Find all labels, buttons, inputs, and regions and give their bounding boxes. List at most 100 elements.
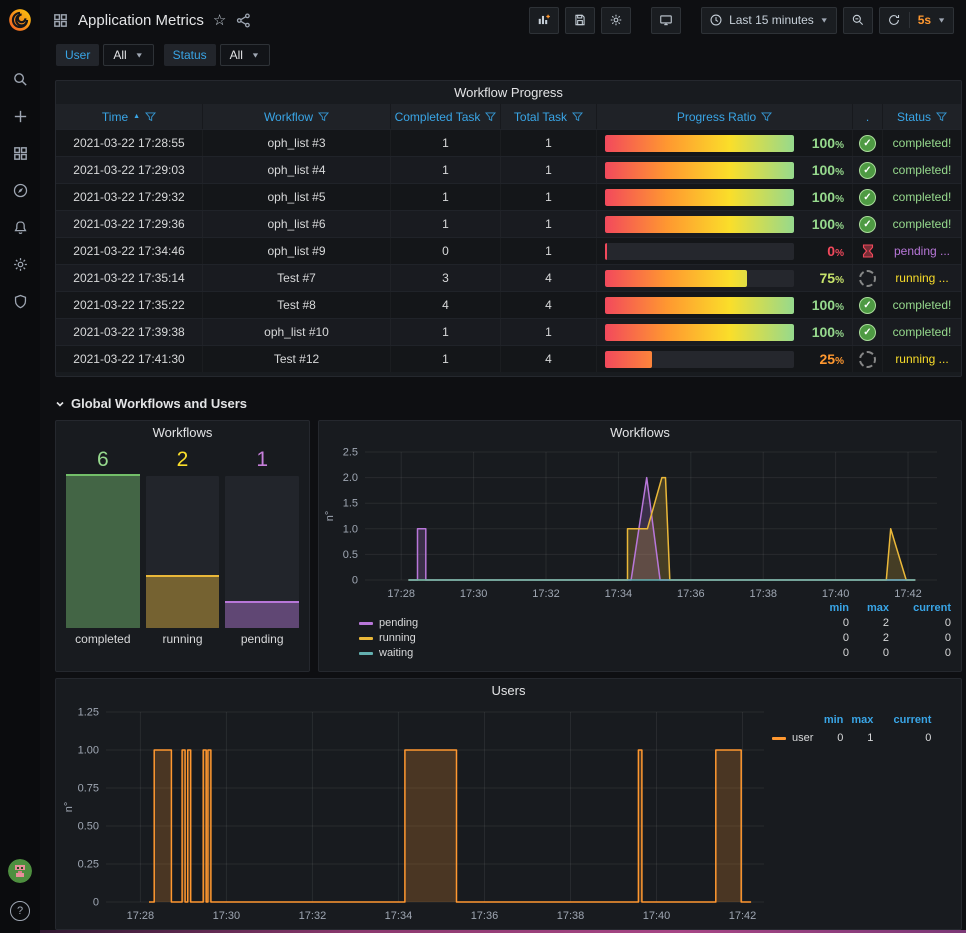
cycle-view-mode-button[interactable] <box>651 7 681 34</box>
share-icon[interactable] <box>235 12 252 29</box>
time-range-label: Last 15 minutes <box>729 13 814 27</box>
dashboard-grid-icon <box>52 12 69 29</box>
cell-status-icon <box>852 265 882 291</box>
panel-title[interactable]: Workflows <box>56 421 309 444</box>
cell-time: 2021-03-22 17:29:03 <box>56 157 202 183</box>
alerting-bell-icon[interactable] <box>11 218 29 236</box>
column-header-status[interactable]: Status <box>882 104 961 129</box>
workflows-legend: minmaxcurrentpending020running020waiting… <box>319 602 961 659</box>
legend-col-max[interactable]: max <box>843 714 873 726</box>
legend-col-min[interactable]: min <box>809 602 849 614</box>
user-avatar[interactable] <box>8 859 32 883</box>
cell-workflow: oph_list #6 <box>202 211 390 237</box>
progress-bar-track <box>605 324 794 341</box>
progress-bar-track <box>605 135 794 152</box>
column-header-completed-task[interactable]: Completed Task <box>390 104 500 129</box>
cell-workflow: Test #12 <box>202 346 390 372</box>
workflows-bargauge-panel: Workflows 6 completed 2 running 1 pendin… <box>55 420 310 672</box>
column-header-time[interactable]: Time▲ <box>56 104 202 129</box>
table-row[interactable]: 2021-03-22 17:41:30 Test #12 1 4 25% run… <box>56 345 961 372</box>
table-row[interactable]: 2021-03-22 17:29:36 oph_list #6 1 1 100%… <box>56 210 961 237</box>
table-row[interactable]: 2021-03-22 17:35:14 Test #7 3 4 75% runn… <box>56 264 961 291</box>
legend-col-current[interactable]: current <box>889 602 951 614</box>
panel-title[interactable]: Workflows <box>319 421 961 444</box>
cell-status-icon: ✓ <box>852 319 882 345</box>
running-spinner-icon <box>859 270 876 287</box>
svg-text:0.25: 0.25 <box>78 859 99 871</box>
table-row[interactable]: 2021-03-22 17:39:38 oph_list #10 1 1 100… <box>56 318 961 345</box>
grafana-logo-icon[interactable] <box>0 0 40 40</box>
create-plus-icon[interactable] <box>11 107 29 125</box>
completed-check-icon: ✓ <box>859 162 876 179</box>
legend-item-waiting[interactable]: waiting <box>359 647 809 659</box>
legend-col-current[interactable]: current <box>873 714 931 726</box>
add-panel-button[interactable] <box>529 7 559 34</box>
svg-text:17:42: 17:42 <box>894 588 922 600</box>
bar-gauge-running: 2 running <box>146 448 220 650</box>
cell-total-task: 4 <box>500 265 596 291</box>
cell-status-icon: ✓ <box>852 292 882 318</box>
cell-progress-ratio: 100% <box>596 211 852 237</box>
panel-title[interactable]: Workflow Progress <box>56 81 961 104</box>
progress-bar-track <box>605 162 794 179</box>
cell-progress-ratio: 100% <box>596 130 852 156</box>
cell-completed-task: 3 <box>390 265 500 291</box>
explore-compass-icon[interactable] <box>11 181 29 199</box>
variable-user-select[interactable]: All▼ <box>103 44 153 66</box>
refresh-interval-picker[interactable]: 5s ▼ <box>879 7 954 34</box>
dashboards-icon[interactable] <box>11 144 29 162</box>
completed-check-icon: ✓ <box>859 189 876 206</box>
cell-progress-ratio: 0% <box>596 238 852 264</box>
column-header-progress-ratio[interactable]: Progress Ratio <box>596 104 852 129</box>
column-header--[interactable]: . <box>852 104 882 129</box>
svg-text:1.25: 1.25 <box>78 707 99 719</box>
panel-title[interactable]: Users <box>56 679 961 702</box>
svg-text:17:32: 17:32 <box>299 910 327 922</box>
table-row[interactable]: 2021-03-22 17:29:32 oph_list #5 1 1 100%… <box>56 183 961 210</box>
server-admin-shield-icon[interactable] <box>11 292 29 310</box>
search-icon[interactable] <box>11 70 29 88</box>
cell-workflow: oph_list #5 <box>202 184 390 210</box>
legend-item-running[interactable]: running <box>359 632 809 644</box>
progress-bar-track <box>605 297 794 314</box>
cell-total-task: 1 <box>500 211 596 237</box>
save-dashboard-button[interactable] <box>565 7 595 34</box>
legend-item-pending[interactable]: pending <box>359 617 809 629</box>
users-line-chart[interactable]: 00.250.500.751.001.2517:2817:3017:3217:3… <box>56 702 772 924</box>
variable-status-select[interactable]: All▼ <box>220 44 270 66</box>
legend-item-user[interactable]: user <box>772 732 813 744</box>
variable-user-label: User <box>56 44 99 66</box>
cell-status: running ... <box>882 346 961 372</box>
cell-progress-ratio: 100% <box>596 157 852 183</box>
legend-col-max[interactable]: max <box>849 602 889 614</box>
cell-total-task: 1 <box>500 130 596 156</box>
cell-total-task: 1 <box>500 319 596 345</box>
chevron-down-icon: ▼ <box>251 51 260 59</box>
workflows-line-chart[interactable]: 00.51.01.52.02.517:2817:3017:3217:3417:3… <box>319 444 947 602</box>
zoom-out-time-button[interactable] <box>843 7 873 34</box>
table-row[interactable]: 2021-03-22 17:28:55 oph_list #3 1 1 100%… <box>56 129 961 156</box>
progress-bar-track <box>605 189 794 206</box>
column-header-workflow[interactable]: Workflow <box>202 104 390 129</box>
table-row[interactable]: 2021-03-22 17:35:22 Test #8 4 4 100% ✓ c… <box>56 291 961 318</box>
table-row[interactable]: 2021-03-22 17:34:46 oph_list #9 0 1 0% p… <box>56 237 961 264</box>
cell-time: 2021-03-22 17:39:38 <box>56 319 202 345</box>
dashboard-settings-button[interactable] <box>601 7 631 34</box>
cell-status-icon: ✓ <box>852 211 882 237</box>
svg-text:17:36: 17:36 <box>677 588 705 600</box>
table-row[interactable]: 2021-03-22 17:29:03 oph_list #4 1 1 100%… <box>56 156 961 183</box>
table-body: 2021-03-22 17:28:55 oph_list #3 1 1 100%… <box>56 129 961 372</box>
configuration-gear-icon[interactable] <box>11 255 29 273</box>
time-range-picker[interactable]: Last 15 minutes ▼ <box>701 7 837 34</box>
progress-bar-fill <box>605 189 794 206</box>
help-icon[interactable]: ? <box>10 901 30 921</box>
column-header-total-task[interactable]: Total Task <box>500 104 596 129</box>
cell-total-task: 1 <box>500 157 596 183</box>
legend-col-min[interactable]: min <box>813 714 843 726</box>
star-icon[interactable]: ☆ <box>213 11 226 29</box>
completed-check-icon: ✓ <box>859 216 876 233</box>
svg-text:17:28: 17:28 <box>387 588 415 600</box>
workflow-progress-panel: Workflow Progress Time▲WorkflowCompleted… <box>55 80 962 377</box>
cell-total-task: 4 <box>500 292 596 318</box>
row-section-toggle[interactable]: Global Workflows and Users <box>55 396 247 411</box>
